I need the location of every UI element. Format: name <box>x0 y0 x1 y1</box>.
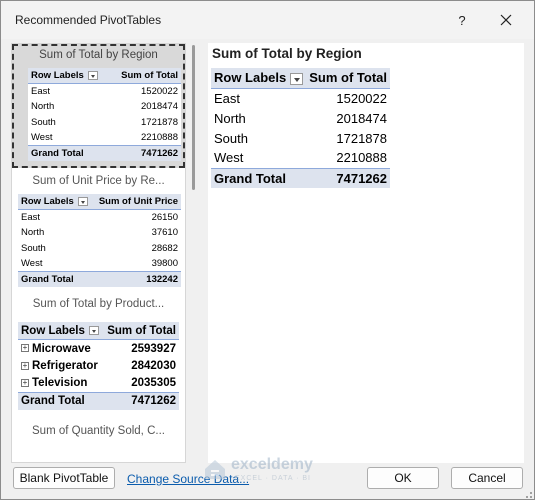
recommendation-label: Sum of Total by Product... <box>32 298 165 310</box>
recommendation-preview-table: Row Labels Sum of Total + Microwave 259392… <box>18 322 179 410</box>
watermark-logo: exceldemy EXCEL · DATA · BI <box>197 456 347 486</box>
ok-button[interactable]: OK <box>367 467 439 489</box>
table-row: + Television 2035305 <box>21 377 176 389</box>
expand-icon[interactable]: + <box>21 361 29 370</box>
grand-total-row: Grand Total 7471262 <box>28 145 181 161</box>
table-row: + Refrigerator 2842030 <box>21 359 176 372</box>
recommendation-label: Sum of Unit Price by Re... <box>32 175 165 187</box>
table-row: East 1520022 <box>214 90 388 106</box>
values-header: Sum of Total <box>103 322 179 340</box>
row-labels-header: Row Labels <box>211 68 307 89</box>
table-row: North 2018474 <box>214 110 388 126</box>
watermark-name: exceldemy <box>231 456 313 473</box>
row-labels-header: Row Labels <box>28 68 111 84</box>
values-header: Sum of Total <box>110 68 181 84</box>
table-row: South 1721878 <box>31 116 178 128</box>
close-icon <box>500 14 512 26</box>
recommendation-item[interactable]: Sum of Unit Price by Re... Row Labels Su… <box>12 170 185 288</box>
table-row: North 37610 <box>21 227 178 239</box>
table-row: South 28682 <box>21 242 178 254</box>
scroll-thumb[interactable] <box>192 45 195 190</box>
grand-total-row: Grand Total 132242 <box>18 271 181 287</box>
grand-total-row: Grand Total 7471262 <box>18 391 179 410</box>
recommendations-list[interactable]: Sum of Total by Region Row Labels Sum of… <box>11 43 186 463</box>
row-labels-header: Row Labels <box>18 194 94 210</box>
filter-dropdown-icon <box>290 72 304 85</box>
filter-dropdown-icon <box>87 70 98 80</box>
recommendation-preview-table: Row Labels Sum of Unit Price East 26150 N… <box>18 194 181 287</box>
table-row: West 2210888 <box>214 150 388 166</box>
close-button[interactable] <box>495 10 517 32</box>
values-header: Sum of Unit Price <box>93 194 181 210</box>
table-row: East 26150 <box>21 212 178 223</box>
title-bar: Recommended PivotTables ? <box>1 1 534 39</box>
recommendation-item[interactable]: Sum of Total by Product... Row Labels Su… <box>12 294 185 414</box>
resize-grip-icon[interactable] <box>521 487 533 499</box>
table-row: West 2210888 <box>31 132 178 143</box>
table-row: North 2018474 <box>31 101 178 113</box>
expand-icon[interactable]: + <box>21 378 29 387</box>
preview-table: Row Labels Sum of Total East 1520022 Nort… <box>211 68 391 188</box>
row-labels-header: Row Labels <box>18 322 104 340</box>
blank-pivottable-button[interactable]: Blank PivotTable <box>13 467 115 489</box>
watermark-house-icon <box>205 460 225 479</box>
recommended-pivottables-dialog: Recommended PivotTables ? Sum of Total b… <box>0 0 535 500</box>
cancel-button[interactable]: Cancel <box>451 467 523 489</box>
table-row: West 39800 <box>21 258 178 269</box>
list-scrollbar[interactable] <box>191 43 197 463</box>
grand-total-row: Grand Total 7471262 <box>211 167 391 188</box>
values-header: Sum of Total <box>306 68 391 89</box>
table-row: South 1721878 <box>214 130 388 146</box>
dialog-title: Recommended PivotTables <box>15 13 162 27</box>
help-button[interactable]: ? <box>451 10 473 32</box>
recommendation-label: Sum of Total by Region <box>39 49 158 61</box>
filter-dropdown-icon <box>88 325 99 335</box>
recommendation-label: Sum of Quantity Sold, C... <box>32 425 165 437</box>
table-row: + Microwave 2593927 <box>21 342 176 355</box>
expand-icon[interactable]: + <box>21 344 29 353</box>
preview-title: Sum of Total by Region <box>212 46 362 61</box>
recommendation-preview-table: Row Labels Sum of Total East 1520022 Nort… <box>28 68 181 161</box>
table-row: East 1520022 <box>31 86 178 97</box>
recommendation-item[interactable]: Sum of Quantity Sold, C... <box>12 420 185 460</box>
preview-pane: Sum of Total by Region Row Labels Sum of… <box>208 43 524 463</box>
watermark-tagline: EXCEL · DATA · BI <box>235 475 311 482</box>
filter-dropdown-icon <box>77 196 88 206</box>
recommendation-item[interactable]: Sum of Total by Region Row Labels Sum of… <box>12 44 185 168</box>
